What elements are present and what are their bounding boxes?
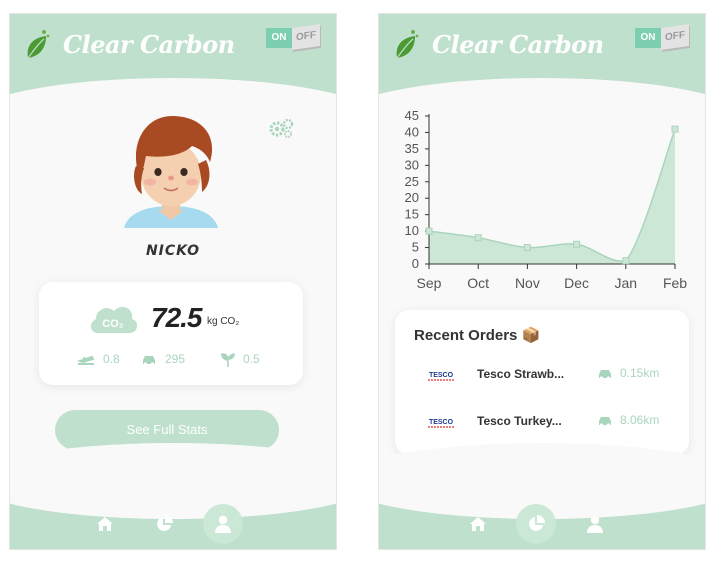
nav-stats[interactable] [516, 504, 556, 544]
avatar [124, 116, 218, 228]
metric-car: 295 [141, 352, 185, 366]
co2-cloud-label: CO₂ [102, 318, 124, 330]
emissions-area [429, 129, 675, 264]
y-tick-label: 5 [412, 240, 419, 255]
app-brand-title: Clear Carbon [432, 30, 604, 59]
x-tick-label: Jan [615, 275, 638, 291]
order-distance-value: 8.06km [620, 413, 660, 427]
order-distance-value: 0.15km [620, 366, 660, 380]
tesco-logo-icon: TESCO [428, 419, 454, 428]
user-icon [215, 515, 231, 533]
metric-plant-value: 0.5 [243, 352, 260, 366]
order-distance: 8.06km [597, 413, 659, 427]
power-toggle[interactable]: ON OFF [266, 24, 322, 52]
bottom-nav [10, 443, 336, 549]
bottom-nav [379, 443, 705, 549]
y-tick-label: 30 [405, 157, 419, 172]
leaf-logo-icon [396, 30, 419, 59]
y-tick-label: 20 [405, 190, 419, 205]
y-tick-label: 45 [405, 108, 419, 123]
car-icon [599, 369, 611, 380]
y-tick-label: 40 [405, 124, 419, 139]
emission-value: 72.5 [151, 302, 202, 333]
y-tick-label: 25 [405, 174, 419, 189]
toggle-off-label: OFF [661, 24, 689, 50]
car-icon [599, 416, 611, 427]
plant-icon [221, 353, 235, 367]
data-point[interactable] [474, 234, 482, 242]
order-row[interactable]: TESCO Tesco Strawb... 0.15km [395, 360, 689, 390]
data-point[interactable] [573, 240, 581, 248]
pie-chart-icon [157, 515, 173, 531]
toggle-on-label: ON [266, 28, 292, 48]
order-distance: 0.15km [597, 366, 659, 380]
order-name: Tesco Strawb... [477, 367, 565, 381]
metric-flights: 0.8 [76, 352, 120, 366]
plane-icon [76, 355, 95, 365]
profile-screen: Clear Carbon ON OFF NICKO CO₂ 72.5 kg CO… [10, 14, 336, 549]
x-tick-label: Nov [515, 275, 540, 291]
data-point[interactable] [671, 125, 679, 133]
x-tick-label: Feb [663, 275, 687, 291]
app-header: Clear Carbon ON OFF [10, 14, 336, 158]
y-tick-label: 15 [405, 207, 419, 222]
leaf-logo-icon [27, 30, 50, 59]
app-brand-title: Clear Carbon [63, 30, 235, 59]
order-row[interactable]: TESCO Tesco Turkey... 8.06km [395, 407, 689, 437]
metric-flights-value: 0.8 [103, 352, 120, 366]
toggle-off-label: OFF [292, 24, 320, 50]
order-store: TESCO [429, 372, 454, 379]
x-tick-label: Sep [417, 275, 442, 291]
x-tick-label: Oct [467, 275, 489, 291]
data-point[interactable] [425, 227, 433, 235]
co2-cloud-icon: CO₂ [90, 306, 138, 333]
app-header: Clear Carbon ON OFF [379, 14, 705, 158]
settings-gear-icon[interactable] [268, 118, 294, 138]
emission-unit: kg CO₂ [207, 316, 240, 327]
y-tick-label: 0 [412, 256, 419, 271]
metric-plant: 0.5 [221, 352, 260, 367]
stats-screen: Clear Carbon ON OFF 0 5 10 15 20 25 30 35 40 45 Se… [379, 14, 705, 549]
car-icon [143, 355, 155, 366]
user-icon [587, 515, 603, 533]
emissions-chart: 05 1015 2025 3035 4045 Sep Oct Nov Dec Jan Feb [405, 108, 688, 291]
home-icon [470, 517, 486, 531]
y-tick-label: 35 [405, 141, 419, 156]
nav-profile[interactable] [580, 509, 610, 539]
order-store: TESCO [429, 419, 454, 426]
power-toggle[interactable]: ON OFF [635, 24, 691, 52]
nav-home[interactable] [90, 509, 120, 539]
data-point[interactable] [523, 244, 531, 252]
nav-stats[interactable] [149, 509, 179, 539]
emissions-card: CO₂ 72.5 kg CO₂ 0.8 295 0.5 [39, 282, 303, 385]
recent-orders-title: Recent Orders 📦 [414, 327, 541, 344]
tesco-logo-icon: TESCO [428, 372, 454, 381]
toggle-on-label: ON [635, 28, 661, 48]
nav-profile[interactable] [203, 504, 243, 544]
x-tick-label: Dec [564, 275, 589, 291]
order-name: Tesco Turkey... [477, 414, 562, 428]
home-icon [97, 517, 113, 531]
username: NICKO [145, 243, 201, 259]
recent-orders-card: Recent Orders 📦 TESCO Tesco Strawb... 0.… [395, 310, 689, 455]
y-tick-label: 10 [405, 223, 419, 238]
metric-car-value: 295 [165, 352, 186, 366]
nav-home[interactable] [463, 509, 493, 539]
data-point[interactable] [622, 257, 630, 265]
pie-chart-icon [529, 515, 545, 531]
